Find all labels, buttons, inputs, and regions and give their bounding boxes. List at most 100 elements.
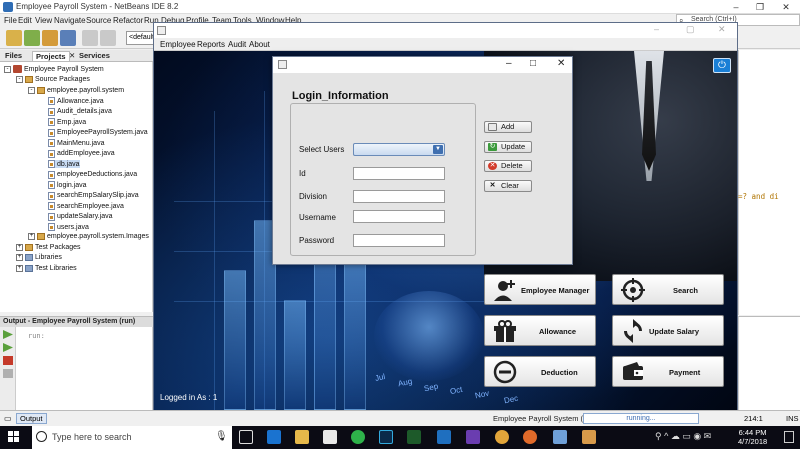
tree-node-package[interactable]: - employee.payroll.system [28,87,124,94]
stop-icon[interactable] [3,356,13,365]
save-all-icon[interactable] [60,30,76,46]
tree-file[interactable]: updateSalary.java [48,212,113,221]
firefox-icon[interactable] [523,430,537,444]
tree-file-selected[interactable]: db.java [48,160,80,168]
menu-edit[interactable]: Edit [18,16,32,25]
logout-power-button[interactable]: ⏻ [713,58,731,73]
store-icon[interactable] [323,430,337,444]
collapse-icon[interactable]: - [16,76,23,83]
rerun-icon[interactable] [3,330,13,339]
menu-about[interactable]: About [249,40,270,49]
expand-icon[interactable]: + [16,244,23,251]
windows-start-icon[interactable] [8,431,20,443]
tab-projects[interactable]: Projects [32,51,70,61]
tree-node-project[interactable]: - Employee Payroll System [4,65,104,73]
system-tray-icons[interactable]: ⚲ ^ ☁ ▭ ◉ ✉ [655,431,711,442]
photoshop-icon[interactable] [379,430,393,444]
collapse-icon[interactable]: - [28,87,35,94]
chrome-icon[interactable] [495,430,509,444]
tree-file[interactable]: Emp.java [48,118,86,126]
output-window-icon[interactable]: ▭ [4,414,12,423]
tree-file[interactable]: Allowance.java [48,97,104,105]
expand-icon[interactable]: + [16,265,23,272]
tree-file[interactable]: searchEmpSalarySlip.java [48,191,139,200]
vscode-icon[interactable] [437,430,451,444]
redo-icon[interactable] [100,30,116,46]
spotify-icon[interactable] [351,430,365,444]
dialog-close-button[interactable]: ✕ [557,58,565,69]
tree-file[interactable]: addEmployee.java [48,149,115,158]
payment-button[interactable]: Payment [612,356,724,387]
update-button[interactable]: ↻ Update [484,141,532,153]
open-project-icon[interactable] [42,30,58,46]
tree-node-test-packages[interactable]: + Test Packages [16,244,81,251]
folder-icon [25,76,33,83]
ide-close-button[interactable]: ✕ [778,1,794,13]
rerun-with-params-icon[interactable] [3,343,13,352]
menu-file[interactable]: File [4,16,17,25]
config-combo[interactable]: <default c [126,31,154,45]
tree-file[interactable]: EmployeePayrollSystem.java [48,128,148,137]
tree-file[interactable]: MainMenu.java [48,139,104,147]
employee-manager-button[interactable]: Employee Manager [484,274,596,305]
undo-icon[interactable] [82,30,98,46]
task-view-icon[interactable] [239,430,253,444]
ide-maximize-button[interactable]: ❐ [752,1,768,13]
tree-file[interactable]: Audit_details.java [48,107,112,116]
deduction-button[interactable]: Deduction [484,356,596,387]
taskbar-clock[interactable]: 6:44 PM 4/7/2018 [738,428,767,446]
tree-file[interactable]: searchEmployee.java [48,202,124,210]
allowance-button[interactable]: Allowance [484,315,596,346]
camtasia-icon[interactable] [407,430,421,444]
app-close-button[interactable]: ✕ [718,24,726,35]
tree-node-source-packages[interactable]: - Source Packages [16,76,90,83]
new-project-icon[interactable] [6,30,22,46]
new-file-icon[interactable] [24,30,40,46]
tree-file[interactable]: users.java [48,223,89,231]
tree-file[interactable]: login.java [48,181,87,189]
editor-area[interactable] [738,50,800,315]
tree-node-images-package[interactable]: + employee.payroll.system.Images [28,233,149,240]
delete-button[interactable]: ✕ Delete [484,160,532,172]
tree-node-libraries[interactable]: + Libraries [16,254,62,261]
file-explorer-icon[interactable] [295,430,309,444]
microphone-icon[interactable]: 🎙 [215,431,228,442]
edge-icon[interactable] [267,430,281,444]
collapse-icon[interactable]: - [4,65,11,73]
menu-employee[interactable]: Employee [160,40,196,49]
username-field[interactable] [353,210,445,223]
menu-navigate[interactable]: Navigate [54,16,86,25]
menu-source[interactable]: Source [86,16,111,25]
expand-icon[interactable]: + [16,254,23,261]
update-salary-button[interactable]: Update Salary [612,315,724,346]
add-button[interactable]: Add [484,121,532,133]
menu-audit[interactable]: Audit [228,40,246,49]
menu-reports[interactable]: Reports [197,40,225,49]
menu-view[interactable]: View [35,16,52,25]
output-panel-title[interactable]: Output - Employee Payroll System (run) [0,316,153,327]
app-minimize-button[interactable]: – [654,24,659,34]
tree-node-test-libraries[interactable]: + Test Libraries [16,265,77,272]
tree-file[interactable]: employeeDeductions.java [48,170,137,179]
password-field[interactable] [353,234,445,247]
dialog-maximize-button[interactable]: □ [530,58,536,69]
status-output-tab[interactable]: Output [16,413,47,424]
netbeans-taskbar-icon[interactable] [553,430,567,444]
notifications-icon[interactable] [784,431,794,443]
select-users-dropdown[interactable]: ▼ [353,143,445,156]
id-field[interactable] [353,167,445,180]
visual-studio-icon[interactable] [466,430,480,444]
tab-files[interactable]: Files [2,51,25,60]
menu-refactor[interactable]: Refactor [113,16,143,25]
search-button[interactable]: Search [612,274,724,305]
java-app-taskbar-icon[interactable] [582,430,596,444]
division-field[interactable] [353,190,445,203]
taskbar-search-box[interactable]: Type here to search 🎙 [32,426,232,449]
ide-minimize-button[interactable]: – [728,1,744,13]
tab-services[interactable]: Services [76,51,113,60]
settings-icon[interactable] [3,369,13,378]
expand-icon[interactable]: + [28,233,35,240]
dialog-minimize-button[interactable]: – [506,58,512,69]
app-maximize-button[interactable]: ▢ [686,24,695,35]
clear-button[interactable]: ✕ Clear [484,180,532,192]
